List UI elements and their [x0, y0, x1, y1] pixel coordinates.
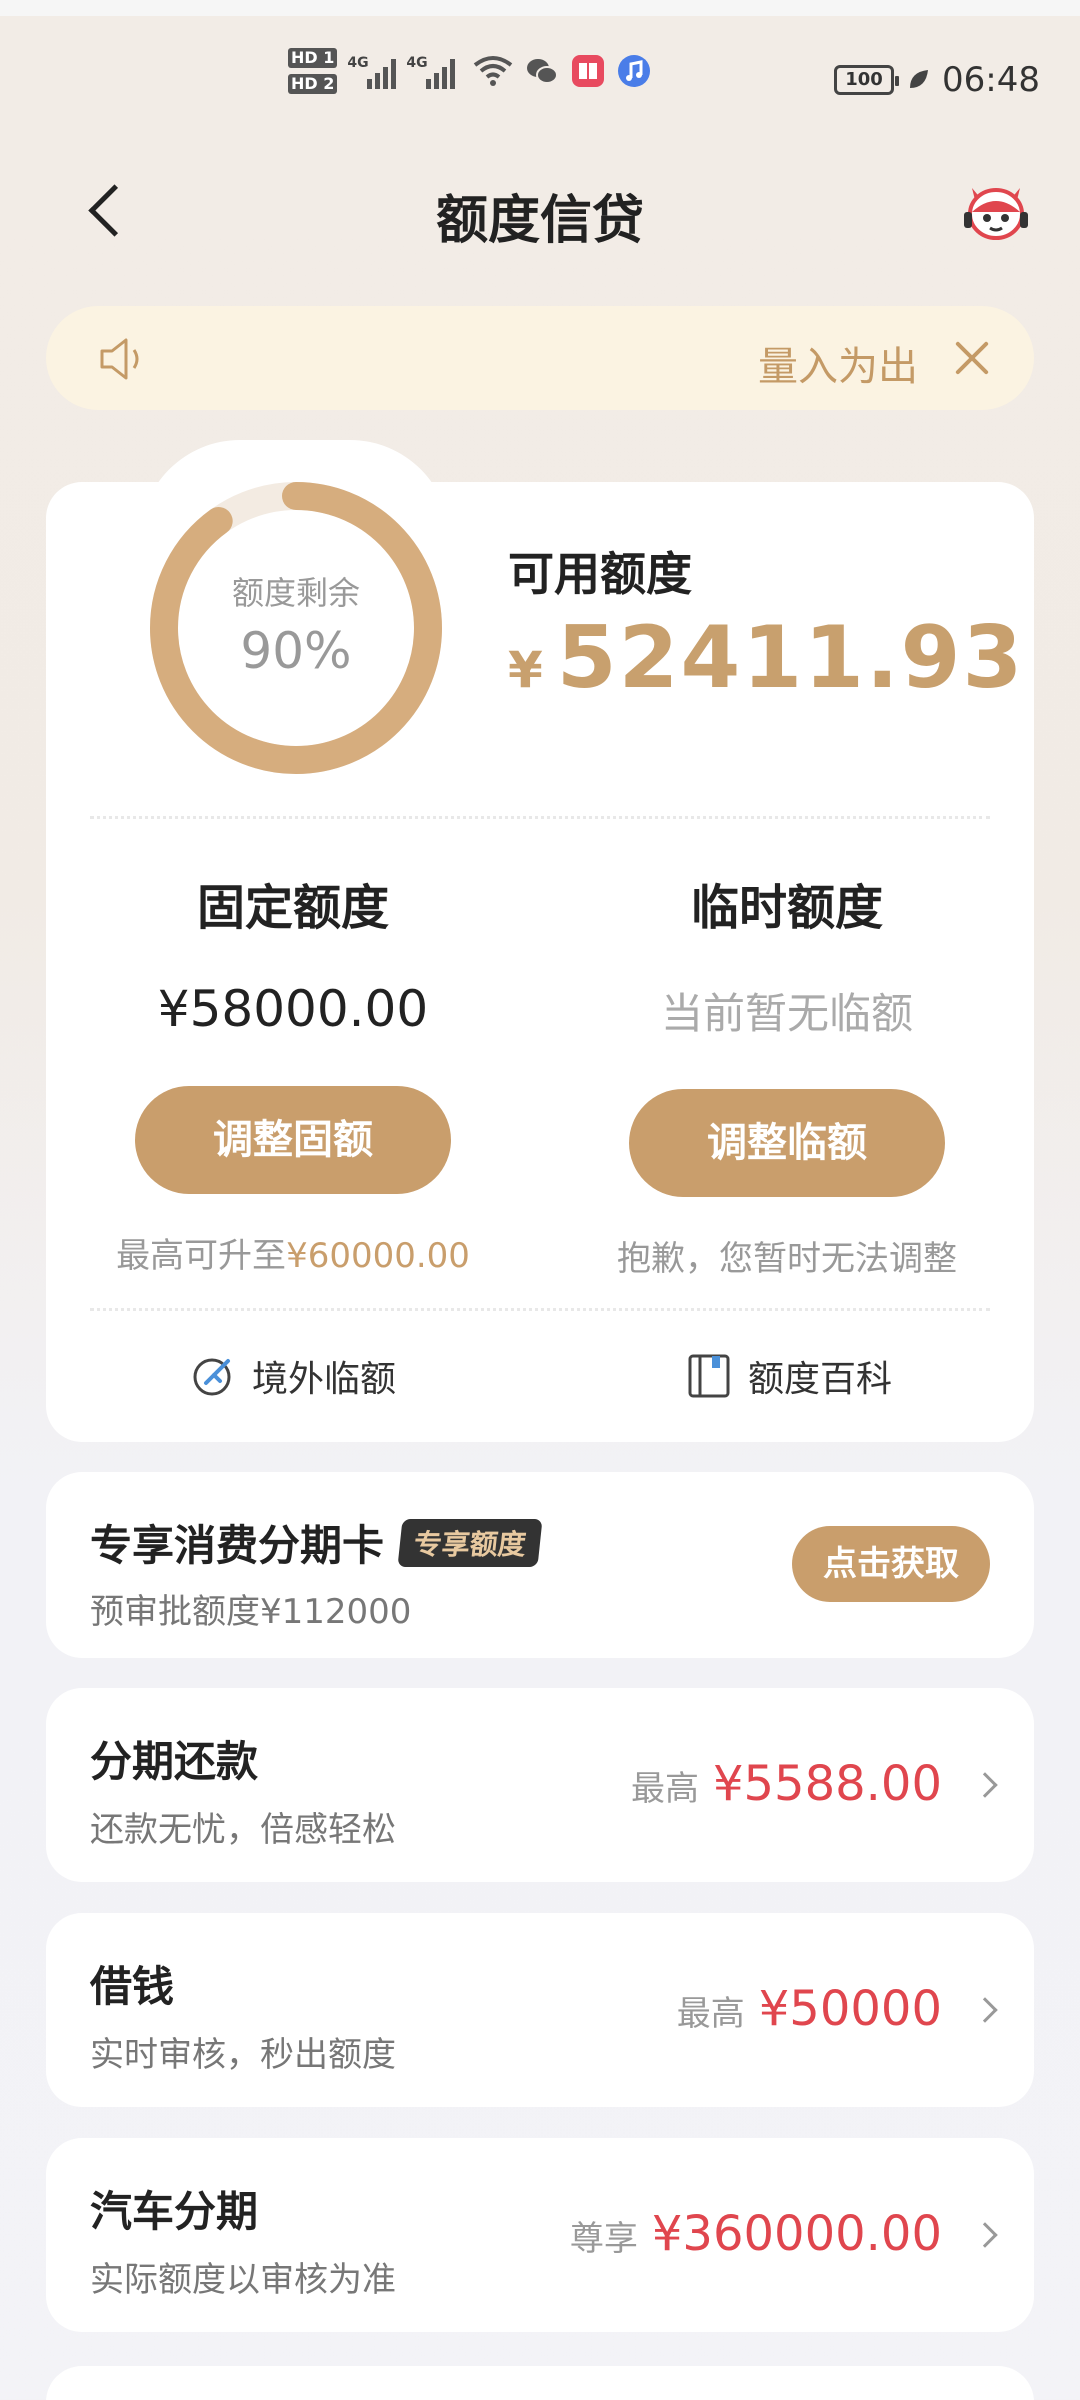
hd-indicators: HD 1 HD 2	[288, 48, 338, 94]
ring-value: 90%	[240, 622, 352, 680]
list-item-prefix: 最高	[676, 1994, 745, 2034]
temporary-quota-amount: 当前暂无临额	[660, 989, 913, 1038]
list-item-subtitle: 还款无忧，倍感轻松	[90, 1810, 396, 1850]
fixed-quota-note: 最高可升至¥60000.00	[46, 1228, 540, 1277]
overseas-quota-link[interactable]: 境外临额	[190, 1350, 396, 1402]
top-edge	[0, 0, 1080, 16]
signal-icon-1: 4G	[347, 53, 397, 89]
list-item-prefix: 尊享	[569, 2219, 638, 2259]
notice-close-button[interactable]	[946, 332, 998, 384]
fixed-quota-column: 固定额度 ¥58000.00 调整固额 最高可升至¥60000.00	[46, 868, 540, 1277]
promo-subtitle: 预审批额度¥112000	[90, 1592, 412, 1632]
list-item-car-installment[interactable]: 汽车分期 实际额度以审核为准 尊享 ¥360000.00	[46, 2138, 1034, 2332]
fixed-quota-amount: ¥58000.00	[157, 980, 429, 1038]
promo-get-button[interactable]: 点击获取	[792, 1526, 990, 1602]
list-item-amount-row: 尊享 ¥360000.00	[569, 2206, 998, 2262]
divider-top	[90, 816, 990, 819]
overseas-quota-label: 境外临额	[252, 1359, 397, 1400]
list-item-installment-repay[interactable]: 分期还款 还款无忧，倍感轻松 最高 ¥5588.00	[46, 1688, 1034, 1882]
status-bar: HD 1 HD 2 4G 4G 100 06:48	[0, 0, 1080, 140]
speaker-icon	[100, 338, 139, 380]
hd2-badge: HD 2	[288, 74, 338, 94]
list-item-prefix: 最高	[630, 1769, 699, 1809]
promo-card: 专享消费分期卡 专享额度 预审批额度¥112000 点击获取	[46, 1472, 1034, 1658]
battery-icon: 100	[834, 65, 900, 95]
quota-wiki-label: 额度百科	[748, 1359, 893, 1400]
temporary-quota-title: 临时额度	[690, 880, 883, 936]
list-item-subtitle: 实际额度以审核为准	[90, 2260, 396, 2300]
nav-bar: 额度信贷	[0, 160, 1080, 260]
quota-card: 额度剩余 90% 可用额度 ¥52411.93 固定额度 ¥58000.00 调…	[46, 482, 1034, 1442]
list-item-title: 借钱	[90, 1962, 175, 2011]
wechat-icon	[527, 59, 559, 84]
plane-globe-icon	[193, 1358, 231, 1396]
status-left: HD 1 HD 2 4G 4G	[288, 48, 651, 94]
next-card-peek	[46, 2366, 1034, 2400]
book-icon	[688, 1354, 730, 1398]
list-item-subtitle: 实时审核，秒出额度	[90, 2035, 396, 2075]
divider-bottom	[90, 1308, 990, 1311]
signal-icon-2: 4G	[406, 53, 456, 89]
leaf-icon	[910, 70, 929, 88]
adjust-temporary-quota-button[interactable]: 调整临额	[629, 1089, 945, 1197]
quota-wiki-link[interactable]: 额度百科	[686, 1350, 892, 1402]
fixed-note-prefix: 最高可升至	[116, 1236, 287, 1276]
list-item-title: 分期还款	[90, 1737, 259, 1786]
status-app-icons	[473, 54, 651, 88]
available-quota-label: 可用额度	[508, 547, 692, 601]
currency-symbol: ¥	[508, 641, 545, 699]
chevron-right-icon	[972, 2222, 998, 2248]
network-type-2: 4G	[406, 55, 428, 71]
page-title: 额度信贷	[435, 191, 644, 251]
music-app-icon	[618, 55, 651, 87]
temporary-quota-column: 临时额度 当前暂无临额 调整临额 抱歉，您暂时无法调整	[540, 868, 1034, 1280]
promo-badge: 专享额度	[397, 1518, 543, 1567]
list-item-amount: ¥5588.00	[712, 1756, 942, 1812]
list-item-borrow[interactable]: 借钱 实时审核，秒出额度 最高 ¥50000	[46, 1913, 1034, 2107]
list-item-title: 汽车分期	[90, 2187, 259, 2236]
notice-text: 量入为出	[758, 344, 918, 390]
list-item-amount: ¥50000	[758, 1981, 942, 2037]
clock: 06:48	[942, 60, 1040, 100]
available-amount: 52411.93	[556, 608, 1025, 708]
available-quota-value: ¥52411.93	[508, 608, 1024, 708]
fixed-note-value: ¥60000.00	[286, 1236, 470, 1276]
temporary-quota-note: 抱歉，您暂时无法调整	[617, 1239, 957, 1279]
reader-app-icon	[572, 55, 605, 87]
customer-service-mascot-icon[interactable]	[958, 174, 1034, 250]
wifi-icon	[474, 56, 513, 86]
chevron-right-icon	[972, 1772, 998, 1798]
chevron-right-icon	[972, 1997, 998, 2023]
list-item-amount-row: 最高 ¥50000	[676, 1981, 998, 2037]
promo-title: 专享消费分期卡	[90, 1521, 385, 1570]
notice-bar: 量入为出	[46, 306, 1034, 410]
fixed-quota-title: 固定额度	[196, 880, 389, 936]
ring-label: 额度剩余	[231, 574, 360, 612]
promo-title-row: 专享消费分期卡 专享额度	[90, 1512, 543, 1573]
adjust-fixed-quota-button[interactable]: 调整固额	[135, 1086, 451, 1194]
network-type-1: 4G	[347, 55, 369, 71]
status-right: 100 06:48	[834, 60, 1040, 100]
hd1-badge: HD 1	[288, 48, 338, 68]
list-item-amount: ¥360000.00	[651, 2206, 942, 2262]
list-item-amount-row: 最高 ¥5588.00	[630, 1756, 998, 1812]
